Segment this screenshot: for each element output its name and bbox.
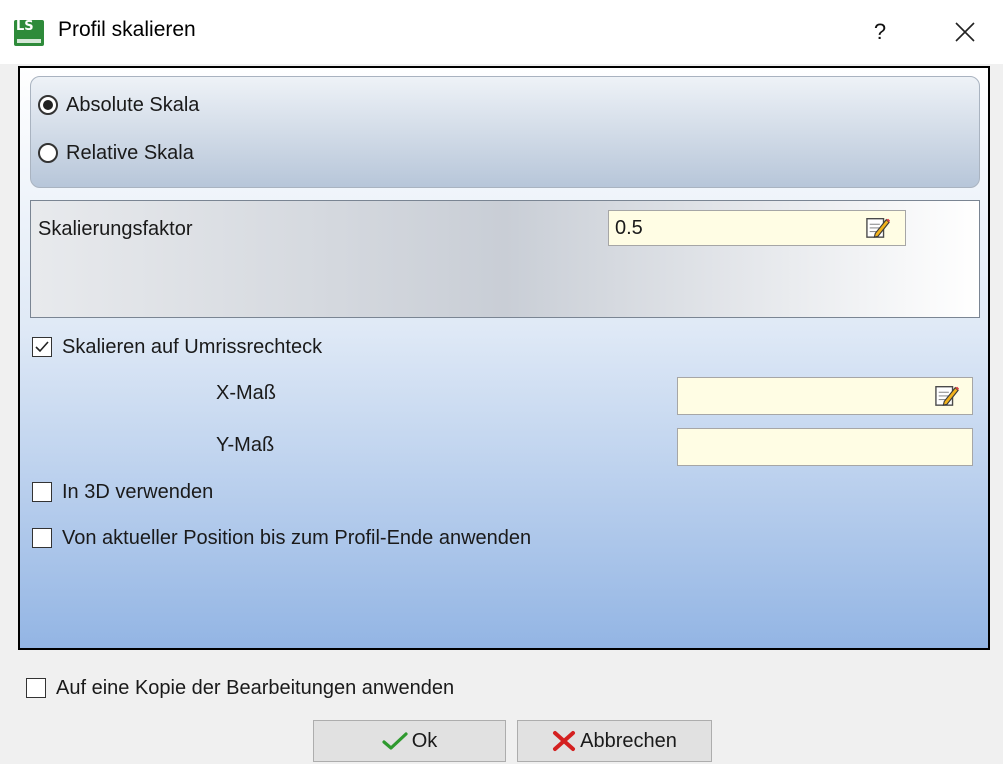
y-dimension-input[interactable]: [677, 428, 973, 466]
apply-to-copy-checkbox-row[interactable]: Auf eine Kopie der Bearbeitungen anwende…: [26, 674, 454, 702]
ok-label: Ok: [411, 729, 438, 752]
radio-label: Absolute Skala: [66, 93, 200, 116]
checkmark-icon: [35, 341, 49, 353]
app-logo-icon: LS: [14, 19, 44, 46]
checkbox[interactable]: [32, 482, 52, 502]
radio-absolute-scale[interactable]: Absolute Skala: [38, 90, 199, 120]
help-button[interactable]: ?: [860, 10, 900, 54]
notepad-pencil-icon[interactable]: [933, 383, 961, 407]
factor-value: 0.5: [615, 217, 643, 239]
checkbox-checked[interactable]: [32, 337, 52, 357]
title-bar: LS Profil skalieren ?: [0, 0, 1003, 64]
green-checkmark-icon: [382, 731, 408, 751]
cancel-button[interactable]: Abbrechen: [517, 720, 712, 762]
factor-input[interactable]: 0.5: [608, 210, 906, 246]
use-3d-checkbox-row[interactable]: In 3D verwenden: [32, 478, 213, 506]
checkbox[interactable]: [32, 528, 52, 548]
red-x-icon: [552, 730, 576, 752]
x-dimension-input[interactable]: [677, 377, 973, 415]
radio-button[interactable]: [38, 143, 58, 163]
radio-button-checked[interactable]: [38, 95, 58, 115]
window-title: Profil skalieren: [58, 18, 196, 41]
notepad-pencil-icon[interactable]: [864, 215, 892, 239]
checkbox-label: Skalieren auf Umrissrechteck: [62, 335, 323, 358]
radio-label: Relative Skala: [66, 141, 194, 164]
from-position-checkbox-row[interactable]: Von aktueller Position bis zum Profil-En…: [32, 524, 531, 552]
close-icon: [955, 22, 975, 42]
factor-label: Skalierungsfaktor: [38, 218, 193, 240]
bounding-rect-checkbox-row[interactable]: Skalieren auf Umrissrechteck: [32, 333, 322, 361]
checkbox-label: In 3D verwenden: [62, 480, 214, 503]
ok-button[interactable]: Ok: [313, 720, 506, 762]
close-button[interactable]: [935, 10, 995, 54]
checkbox[interactable]: [26, 678, 46, 698]
radio-relative-scale[interactable]: Relative Skala: [38, 138, 194, 168]
checkbox-label: Auf eine Kopie der Bearbeitungen anwende…: [56, 676, 455, 699]
y-dimension-label: Y-Maß: [216, 434, 275, 456]
cancel-label: Abbrechen: [580, 729, 677, 752]
checkbox-label: Von aktueller Position bis zum Profil-En…: [62, 526, 532, 549]
x-dimension-label: X-Maß: [216, 382, 276, 404]
